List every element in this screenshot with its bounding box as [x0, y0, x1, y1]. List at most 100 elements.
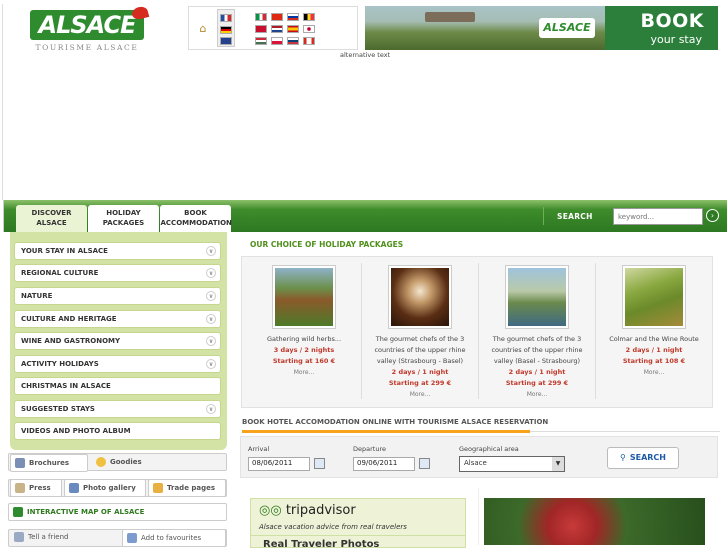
alsace-logo[interactable]: ALSACE TOURISME ALSACE: [28, 10, 146, 52]
email-icon: [14, 532, 24, 542]
package-image[interactable]: [622, 265, 686, 329]
flag-dk-icon[interactable]: [255, 25, 267, 33]
packages-title: OUR CHOICE OF HOLIDAY PACKAGES: [250, 240, 404, 249]
menu-item-activity-holidays[interactable]: ACTIVITY HOLIDAYS ∨: [14, 355, 221, 373]
photo-gallery-link[interactable]: Photo gallery: [64, 479, 146, 497]
package-name[interactable]: The gourmet chefs of the 3 countries of …: [364, 334, 476, 367]
tab-discover-alsace[interactable]: DISCOVER ALSACE: [16, 205, 87, 232]
bookmark-icon: [127, 533, 137, 543]
package-name[interactable]: Gathering wild herbs...: [248, 334, 360, 345]
tripadvisor-logo-text: tripadvisor: [285, 503, 356, 518]
flag-nl-icon[interactable]: [271, 25, 283, 33]
goodies-label: Goodies: [110, 458, 142, 466]
flag-jp-icon[interactable]: [303, 25, 315, 33]
search-input[interactable]: [613, 208, 703, 225]
banner-castle-image: [425, 12, 475, 22]
book-your-stay-banner[interactable]: ALSACE BOOK your stay: [365, 6, 718, 50]
search-go-icon[interactable]: ›: [706, 209, 719, 222]
flag-be-icon[interactable]: [303, 13, 315, 21]
package-card[interactable]: The gourmet chefs of the 3 countries of …: [364, 265, 476, 398]
trade-pages-label: Trade pages: [167, 484, 216, 492]
tell-friend-link[interactable]: Tell a friend: [10, 529, 110, 547]
package-image[interactable]: [505, 265, 569, 329]
trade-pages-icon: [153, 483, 163, 493]
flag-it-icon[interactable]: [255, 13, 267, 21]
home-icon[interactable]: ⌂: [193, 15, 213, 43]
menu-item-label: REGIONAL CULTURE: [21, 269, 99, 277]
menu-item-suggested-stays[interactable]: SUGGESTED STAYS ∨: [14, 400, 221, 418]
package-card[interactable]: Colmar and the Wine Route 2 days / 1 nig…: [598, 265, 710, 376]
package-image[interactable]: [272, 265, 336, 329]
arrival-label: Arrival: [248, 445, 270, 453]
package-price: Starting at 299 €: [505, 379, 569, 387]
brochures-link[interactable]: Brochures: [10, 454, 88, 472]
tripadvisor-divider: [251, 535, 465, 536]
booking-search-button[interactable]: ⚲ SEARCH: [607, 447, 679, 469]
nav-separator: [543, 207, 544, 225]
geo-area-select[interactable]: Alsace ▼: [459, 456, 565, 472]
menu-item-christmas[interactable]: CHRISTMAS IN ALSACE: [14, 377, 221, 395]
geo-area-value: Alsace: [464, 459, 487, 467]
photo-gallery-icon: [69, 483, 79, 493]
interactive-map-link[interactable]: INTERACTIVE MAP OF ALSACE: [8, 503, 227, 521]
calendar-icon[interactable]: [314, 458, 325, 469]
chevron-down-icon: ∨: [206, 359, 216, 369]
menu-item-videos-photo[interactable]: VIDEOS AND PHOTO ALBUM: [14, 422, 221, 440]
menu-item-nature[interactable]: NATURE ∨: [14, 287, 221, 305]
map-icon: [13, 507, 23, 517]
goodies-link[interactable]: Goodies: [92, 454, 162, 472]
package-more-link[interactable]: More...: [598, 369, 710, 376]
package-card[interactable]: Gathering wild herbs... 3 days / 2 night…: [248, 265, 360, 376]
press-label: Press: [29, 484, 51, 492]
menu-item-regional-culture[interactable]: REGIONAL CULTURE ∨: [14, 264, 221, 282]
package-image[interactable]: [388, 265, 452, 329]
package-duration: 3 days / 2 nights: [273, 346, 335, 354]
flag-cn-icon[interactable]: [271, 13, 283, 21]
menu-item-label: NATURE: [21, 292, 53, 300]
flag-hu-icon[interactable]: [255, 37, 267, 45]
flag-de-icon: [220, 26, 232, 34]
package-more-link[interactable]: More...: [481, 391, 593, 398]
package-divider: [478, 263, 479, 399]
flag-rs-icon[interactable]: [287, 37, 299, 45]
package-price: Starting at 160 €: [272, 357, 336, 365]
package-name[interactable]: The gourmet chefs of the 3 countries of …: [481, 334, 593, 367]
add-favourites-label: Add to favourites: [141, 534, 202, 542]
flag-es-icon[interactable]: [287, 25, 299, 33]
package-more-link[interactable]: More...: [248, 369, 360, 376]
banner-alsace-logo: ALSACE: [539, 18, 595, 38]
menu-item-label: WINE AND GASTRONOMY: [21, 337, 121, 345]
add-favourites-link[interactable]: Add to favourites: [122, 529, 226, 547]
package-card[interactable]: The gourmet chefs of the 3 countries of …: [481, 265, 593, 398]
dropdown-arrow-icon: ▼: [552, 457, 564, 471]
language-selector: ⌂: [188, 6, 358, 50]
package-duration: 2 days / 1 night: [508, 368, 566, 376]
tripadvisor-logo: ◎◎ tripadvisor: [259, 503, 356, 518]
menu-item-wine-gastronomy[interactable]: WINE AND GASTRONOMY ∨: [14, 332, 221, 350]
press-link[interactable]: Press: [10, 479, 62, 497]
package-price: Starting at 108 €: [622, 357, 686, 365]
tell-friend-label: Tell a friend: [28, 533, 69, 541]
flag-pl-icon[interactable]: [271, 37, 283, 45]
package-name[interactable]: Colmar and the Wine Route: [598, 334, 710, 345]
flag-ru-icon[interactable]: [287, 13, 299, 21]
trade-pages-link[interactable]: Trade pages: [148, 479, 226, 497]
tripadvisor-widget[interactable]: ◎◎ tripadvisor Alsace vacation advice fr…: [250, 498, 466, 550]
menu-item-your-stay[interactable]: YOUR STAY IN ALSACE ∨: [14, 242, 221, 260]
menu-item-culture-heritage[interactable]: CULTURE AND HERITAGE ∨: [14, 310, 221, 328]
search-label: SEARCH: [557, 212, 593, 221]
calendar-icon[interactable]: [419, 458, 430, 469]
chevron-down-icon: ∨: [206, 404, 216, 414]
menu-item-label: CHRISTMAS IN ALSACE: [21, 382, 111, 390]
tab-book-accommodation[interactable]: BOOK ACCOMMODATION: [160, 205, 232, 232]
tab-holiday-packages[interactable]: HOLIDAY PACKAGES: [88, 205, 159, 232]
arrival-field[interactable]: 08/06/2011: [248, 457, 310, 471]
package-more-link[interactable]: More...: [364, 391, 476, 398]
flag-ca-icon[interactable]: [303, 37, 315, 45]
featured-photo[interactable]: [484, 498, 705, 545]
language-current[interactable]: [217, 9, 235, 47]
tab-label: DISCOVER ALSACE: [31, 209, 72, 227]
departure-field[interactable]: 09/06/2011: [353, 457, 415, 471]
chevron-down-icon: ∨: [206, 336, 216, 346]
package-duration: 2 days / 1 night: [625, 346, 683, 354]
